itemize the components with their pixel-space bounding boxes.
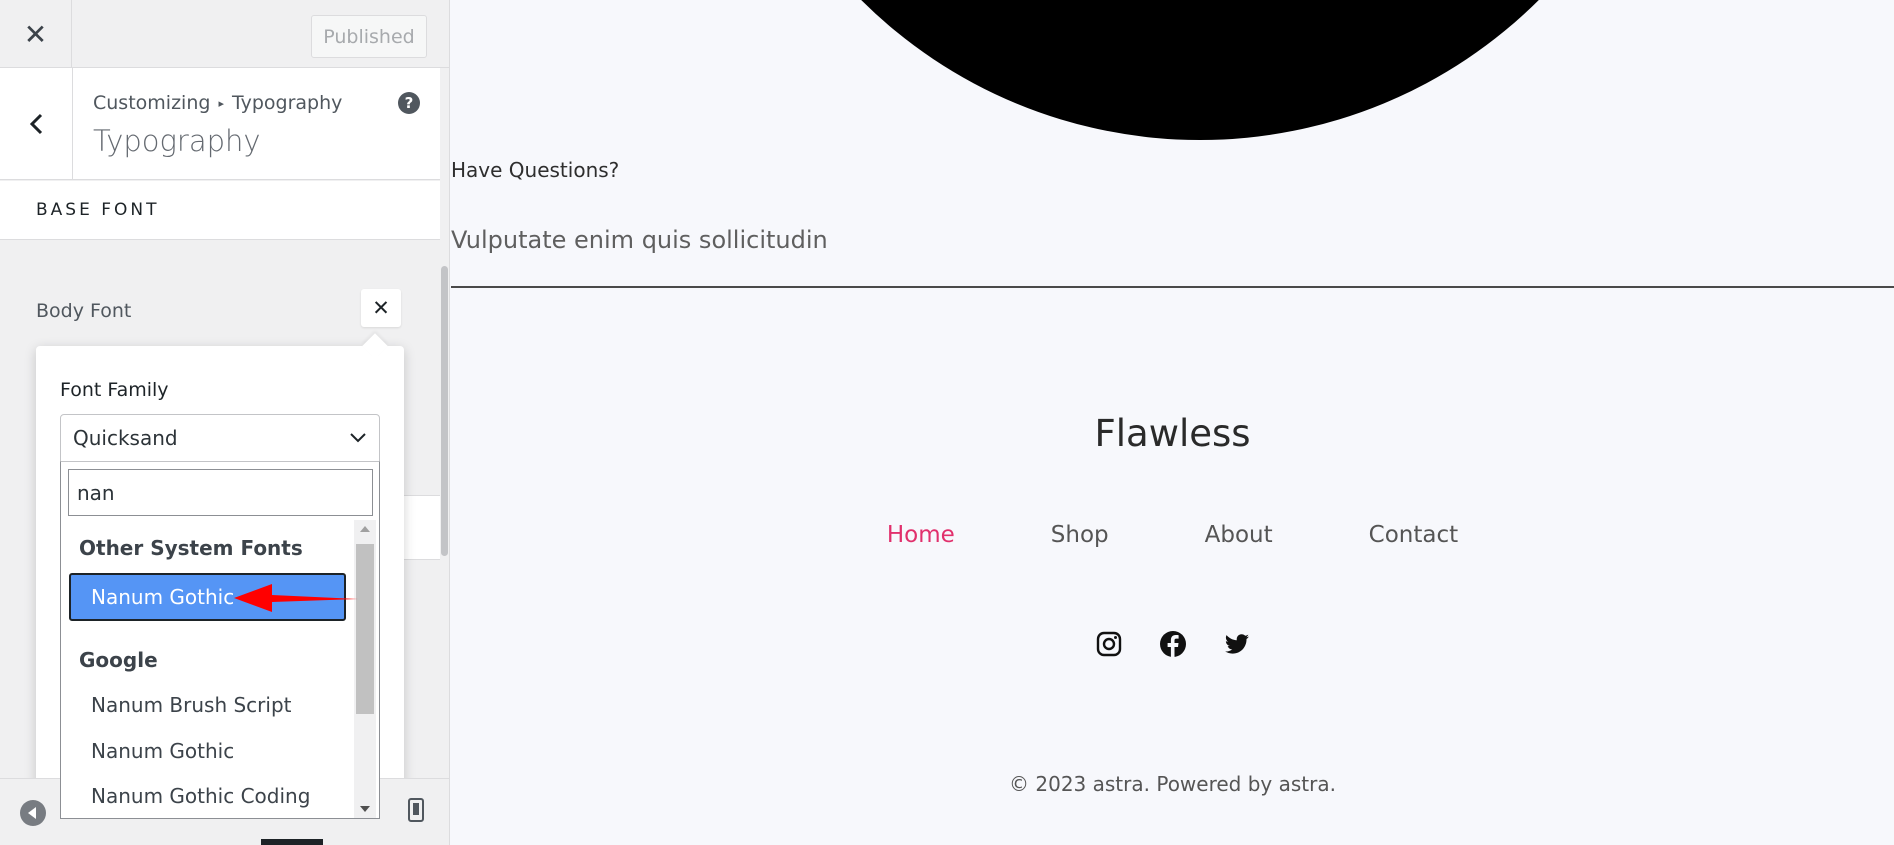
close-icon: ✕ bbox=[372, 296, 390, 320]
instagram-icon[interactable] bbox=[1095, 630, 1123, 658]
font-family-label: Font Family bbox=[60, 379, 169, 401]
breadcrumb-separator: ▸ bbox=[218, 96, 224, 110]
copyright-text: © 2023 astra. Powered by astra. bbox=[1009, 772, 1336, 796]
annotation-arrow-icon bbox=[234, 584, 358, 612]
tagline-text: Vulputate enim quis sollicitudin bbox=[451, 226, 828, 254]
collapse-sidebar-icon[interactable] bbox=[20, 800, 46, 826]
site-title[interactable]: Flawless bbox=[451, 412, 1894, 455]
body-font-close-button[interactable]: ✕ bbox=[361, 289, 401, 327]
have-questions-text: Have Questions? bbox=[451, 158, 620, 182]
close-customizer-button[interactable]: ✕ bbox=[0, 0, 72, 68]
option-nanum-gothic-google[interactable]: Nanum Gothic bbox=[91, 739, 234, 763]
base-font-heading: BASE FONT bbox=[0, 181, 440, 240]
option-nanum-gothic-coding[interactable]: Nanum Gothic Coding bbox=[91, 784, 310, 808]
nav-item-shop[interactable]: Shop bbox=[1051, 522, 1109, 548]
chevron-left-icon bbox=[29, 113, 43, 135]
scroll-thumb[interactable] bbox=[356, 544, 374, 714]
body-font-label: Body Font bbox=[36, 300, 132, 322]
breadcrumb-current: Typography bbox=[231, 92, 343, 114]
social-links bbox=[451, 630, 1894, 658]
section-title: Typography bbox=[93, 124, 261, 158]
font-search-input[interactable] bbox=[68, 469, 373, 516]
close-icon: ✕ bbox=[23, 17, 48, 51]
mobile-device-icon[interactable] bbox=[408, 798, 424, 822]
nav-item-contact[interactable]: Contact bbox=[1369, 522, 1458, 548]
chevron-down-icon bbox=[350, 433, 366, 443]
customizer-header: ✕ Published bbox=[0, 0, 449, 68]
device-preview-active-indicator bbox=[261, 839, 323, 845]
nav-item-home[interactable]: Home bbox=[887, 522, 955, 548]
site-preview: Have Questions? Vulputate enim quis soll… bbox=[451, 0, 1894, 845]
section-divider bbox=[451, 286, 1894, 288]
nav-item-about[interactable]: About bbox=[1205, 522, 1273, 548]
facebook-icon[interactable] bbox=[1159, 630, 1187, 658]
option-nanum-brush-script[interactable]: Nanum Brush Script bbox=[91, 693, 292, 717]
twitter-icon[interactable] bbox=[1223, 630, 1251, 658]
group-label-google: Google bbox=[79, 648, 158, 672]
font-family-select[interactable]: Quicksand bbox=[60, 414, 380, 462]
dropdown-scrollbar[interactable] bbox=[354, 520, 376, 818]
group-label-other-system-fonts: Other System Fonts bbox=[79, 536, 303, 560]
section-header: Customizing ▸ Typography Typography ? bbox=[0, 68, 440, 180]
panel-scrollbar[interactable] bbox=[441, 266, 448, 556]
published-button[interactable]: Published bbox=[311, 15, 427, 58]
footer-nav: Home Shop About Contact bbox=[451, 522, 1894, 548]
breadcrumb: Customizing ▸ Typography bbox=[93, 92, 342, 114]
hero-circle-graphic bbox=[720, 0, 1680, 140]
help-icon[interactable]: ? bbox=[398, 92, 420, 114]
breadcrumb-root: Customizing bbox=[93, 92, 211, 114]
back-button[interactable] bbox=[0, 68, 73, 180]
scroll-down-icon[interactable] bbox=[360, 806, 370, 812]
scroll-up-icon[interactable] bbox=[360, 526, 370, 532]
font-family-value: Quicksand bbox=[73, 426, 178, 450]
